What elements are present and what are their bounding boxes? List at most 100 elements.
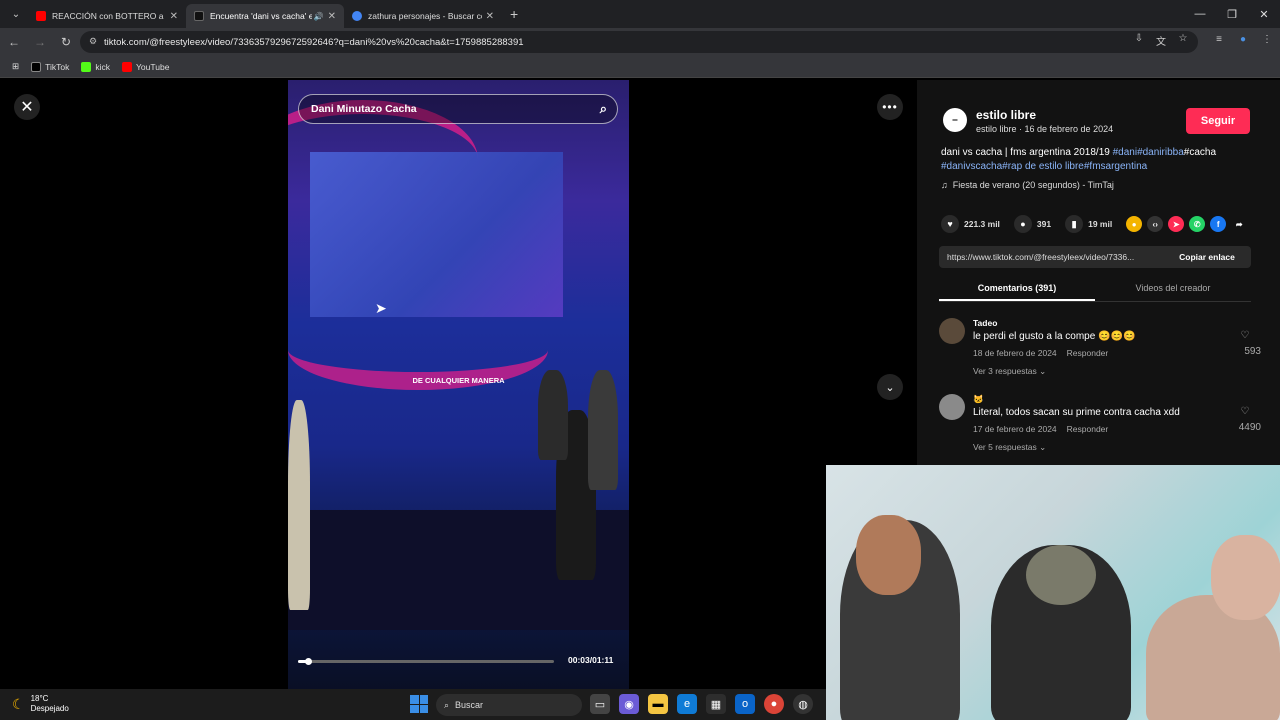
chrome-icon[interactable]: ● bbox=[764, 694, 784, 714]
video-search-bar[interactable]: Dani Minutazo Cacha ⌕ bbox=[298, 94, 618, 124]
google-favicon-icon bbox=[352, 11, 362, 21]
reload-icon[interactable]: ↻ bbox=[54, 30, 78, 54]
coin-icon[interactable]: ● bbox=[1126, 216, 1143, 232]
bookmark-youtube[interactable]: YouTube bbox=[122, 61, 169, 72]
copilot-icon[interactable]: ◉ bbox=[619, 694, 639, 714]
weather-widget[interactable]: ☾ 18°C Despejado bbox=[12, 694, 69, 714]
audio-icon[interactable]: 🔊 bbox=[314, 12, 324, 21]
close-window-icon[interactable]: ✕ bbox=[1248, 0, 1280, 28]
view-replies-button[interactable]: Ver 3 respuestas ⌄ bbox=[973, 366, 1046, 377]
video-time: 00:03/01:11 bbox=[568, 655, 614, 665]
heart-icon[interactable]: ♡ bbox=[1233, 330, 1257, 341]
view-replies-button[interactable]: Ver 5 respuestas ⌄ bbox=[973, 442, 1046, 453]
more-options-button[interactable]: ••• bbox=[877, 94, 903, 120]
hashtag[interactable]: #dani bbox=[1113, 147, 1137, 158]
comment-meta: 17 de febrero de 2024 Responder bbox=[973, 424, 1109, 434]
next-video-button[interactable]: ⌄ bbox=[877, 374, 903, 400]
heart-icon[interactable]: ♡ bbox=[1233, 406, 1257, 417]
bookmark-tiktok[interactable]: TikTok bbox=[31, 61, 69, 72]
profile-icon[interactable]: ● bbox=[1236, 34, 1250, 45]
hashtag[interactable]: #rap de estilo libre bbox=[1002, 161, 1084, 172]
windows-start-icon[interactable] bbox=[410, 695, 428, 713]
maximize-icon[interactable]: ❐ bbox=[1216, 0, 1248, 28]
minimize-icon[interactable]: — bbox=[1184, 0, 1216, 28]
video-description: dani vs cacha | fms argentina 2018/19 #d… bbox=[941, 147, 1217, 172]
close-tab-icon[interactable]: ✕ bbox=[328, 11, 336, 22]
comment-author[interactable]: Tadeo bbox=[973, 318, 997, 328]
author-avatar[interactable]: ═ bbox=[943, 108, 967, 132]
hashtag[interactable]: #cacha bbox=[1184, 147, 1216, 158]
avatar[interactable] bbox=[939, 318, 965, 344]
moon-icon: ☾ bbox=[12, 695, 25, 712]
install-icon[interactable]: ⇩ bbox=[1132, 33, 1146, 48]
obs-icon[interactable]: ◍ bbox=[793, 694, 813, 714]
file-explorer-icon[interactable]: ▬ bbox=[648, 694, 668, 714]
tab-3[interactable]: zathura personajes - Buscar con ✕ bbox=[344, 4, 502, 28]
hashtag[interactable]: #fmsargentina bbox=[1084, 161, 1147, 172]
forward-icon[interactable]: → bbox=[28, 30, 52, 54]
music-note-icon: ♫ bbox=[941, 180, 948, 190]
tab-1[interactable]: REACCIÓN con BOTTERO a MA... ✕ bbox=[28, 4, 186, 28]
performer bbox=[588, 370, 618, 490]
video-player[interactable]: DE CUALQUIER MANERA Dani Minutazo Cacha … bbox=[288, 80, 629, 689]
close-tab-icon[interactable]: ✕ bbox=[170, 11, 178, 22]
comment-action[interactable]: ● 391 bbox=[1013, 215, 1051, 233]
weather-temp: 18°C bbox=[30, 694, 49, 703]
hashtag[interactable]: #danivscacha bbox=[941, 161, 1002, 172]
translate-icon[interactable]: 文 bbox=[1154, 33, 1168, 48]
share-link-url[interactable]: https://www.tiktok.com/@freestyleex/vide… bbox=[939, 252, 1163, 262]
new-tab-icon[interactable]: + bbox=[510, 6, 518, 22]
close-tab-icon[interactable]: ✕ bbox=[486, 11, 494, 22]
tab-search-icon[interactable]: ⌄ bbox=[4, 4, 28, 24]
performer bbox=[288, 400, 310, 610]
video-progress-bar[interactable] bbox=[298, 658, 554, 665]
close-video-button[interactable]: ✕ bbox=[14, 94, 40, 120]
taskbar-search[interactable]: ⌕ Buscar bbox=[436, 694, 582, 716]
tiktok-icon bbox=[31, 61, 42, 72]
windows-taskbar: ☾ 18°C Despejado ⌕ Buscar ▭ ◉ ▬ e ▦ o ● ◍ bbox=[0, 689, 826, 720]
bookmarks-bar: ⊞ TikTok kick YouTube bbox=[0, 56, 1280, 78]
avatar[interactable] bbox=[939, 394, 965, 420]
share-arrow-icon[interactable]: ➦ bbox=[1231, 216, 1247, 232]
hashtag[interactable]: #daniribba bbox=[1137, 147, 1184, 158]
apps-icon[interactable]: ⊞ bbox=[12, 61, 19, 72]
streamer-cap bbox=[1026, 545, 1096, 605]
tab-comments[interactable]: Comentarios (391) bbox=[939, 280, 1095, 301]
reading-list-icon[interactable]: ≡ bbox=[1212, 34, 1226, 45]
menu-icon[interactable]: ⋮ bbox=[1260, 34, 1274, 45]
whatsapp-icon[interactable]: ✆ bbox=[1189, 216, 1206, 232]
back-icon[interactable]: ← bbox=[2, 30, 26, 54]
facebook-icon[interactable]: f bbox=[1210, 216, 1227, 232]
progress-knob[interactable] bbox=[305, 658, 313, 665]
panel-tabs: Comentarios (391) Videos del creador bbox=[939, 280, 1251, 302]
author-name[interactable]: estilo libre bbox=[976, 108, 1036, 122]
reply-button[interactable]: Responder bbox=[1067, 424, 1109, 434]
outlook-icon[interactable]: o bbox=[735, 694, 755, 714]
address-bar[interactable]: ⚙ tiktok.com/@freestyleex/video/73363579… bbox=[80, 31, 1198, 53]
comment-text: le perdi el gusto a la compe 😊😊😊 bbox=[973, 331, 1136, 342]
copy-link-button[interactable]: Copiar enlace bbox=[1163, 252, 1251, 262]
search-icon[interactable]: ⌕ bbox=[600, 101, 607, 117]
bookmark-star-icon[interactable]: ☆ bbox=[1176, 33, 1190, 48]
follow-button[interactable]: Seguir bbox=[1186, 108, 1250, 134]
store-icon[interactable]: ▦ bbox=[706, 694, 726, 714]
reply-button[interactable]: Responder bbox=[1067, 348, 1109, 358]
bookmark-kick[interactable]: kick bbox=[81, 61, 110, 72]
comment-author[interactable]: 🐱 bbox=[973, 394, 984, 405]
streamer-face bbox=[1211, 535, 1280, 620]
save-action[interactable]: ▮ 19 mil bbox=[1065, 215, 1112, 233]
embed-icon[interactable]: ‹› bbox=[1147, 216, 1164, 232]
site-info-icon[interactable]: ⚙ bbox=[89, 36, 97, 47]
music-info[interactable]: ♫ Fiesta de verano (20 segundos) - TimTa… bbox=[941, 180, 1114, 190]
search-icon: ⌕ bbox=[444, 699, 450, 710]
action-bar: ♥ 221.3 mil ● 391 ▮ 19 mil ● ‹› ➤ ✆ f ➦ bbox=[941, 215, 1252, 233]
like-action[interactable]: ♥ 221.3 mil bbox=[941, 215, 1000, 233]
task-view-icon[interactable]: ▭ bbox=[590, 694, 610, 714]
tab-creator-videos[interactable]: Videos del creador bbox=[1095, 280, 1251, 301]
tab-title: REACCIÓN con BOTTERO a MA... bbox=[52, 11, 166, 21]
kick-icon bbox=[81, 61, 92, 72]
send-icon[interactable]: ➤ bbox=[1168, 216, 1185, 232]
comment-text: Literal, todos sacan su prime contra cac… bbox=[973, 407, 1180, 418]
edge-icon[interactable]: e bbox=[677, 694, 697, 714]
tab-2[interactable]: Encuentra 'dani vs cacha' en 🔊 ✕ bbox=[186, 4, 344, 28]
